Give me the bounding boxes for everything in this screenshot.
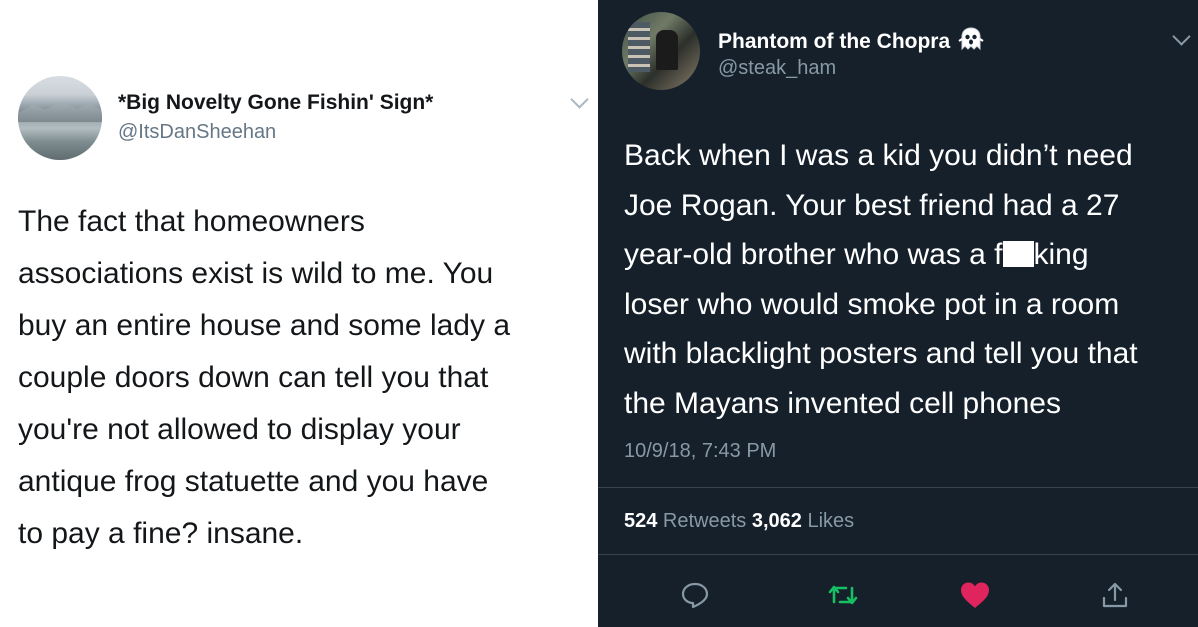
like-label[interactable]: Likes <box>802 510 854 532</box>
reply-icon[interactable] <box>678 580 712 610</box>
like-count[interactable]: 3,062 <box>752 510 802 532</box>
avatar-shelf <box>628 22 650 72</box>
retweet-count[interactable]: 524 <box>624 510 657 532</box>
tweet-text: Back when I was a kid you didn’t need Jo… <box>624 131 1194 428</box>
avatar[interactable] <box>18 76 102 160</box>
censor-box <box>1002 241 1034 267</box>
ghost-icon <box>958 27 984 57</box>
right-tweet-card: Phantom of the Chopra @steak_ham Back wh… <box>598 0 1198 627</box>
share-icon[interactable] <box>1098 580 1132 610</box>
retweet-label[interactable]: Retweets <box>657 510 751 532</box>
divider <box>598 487 1198 488</box>
tweet-text: The fact that homeowners associations ex… <box>18 205 510 550</box>
user-handle[interactable]: @steak_ham <box>718 57 836 80</box>
user-handle[interactable]: @ItsDanSheehan <box>118 121 276 144</box>
display-name-text: Phantom of the Chopra <box>718 30 951 53</box>
heart-icon[interactable] <box>958 580 992 610</box>
chevron-down-icon[interactable] <box>570 90 589 109</box>
timestamp[interactable]: 10/9/18, 7:43 PM <box>624 440 776 463</box>
left-tweet-card: *Big Novelty Gone Fishin' Sign* @ItsDanS… <box>0 0 598 627</box>
chevron-down-icon[interactable] <box>1172 27 1191 46</box>
divider <box>598 554 1198 555</box>
retweet-icon[interactable] <box>826 580 860 610</box>
engagement-stats: 524 Retweets 3,062 Likes <box>624 510 854 533</box>
display-name[interactable]: *Big Novelty Gone Fishin' Sign* <box>118 91 433 115</box>
avatar-landscape <box>18 101 102 122</box>
display-name[interactable]: Phantom of the Chopra <box>718 27 984 57</box>
avatar-figure <box>656 30 678 70</box>
avatar[interactable] <box>622 12 700 90</box>
